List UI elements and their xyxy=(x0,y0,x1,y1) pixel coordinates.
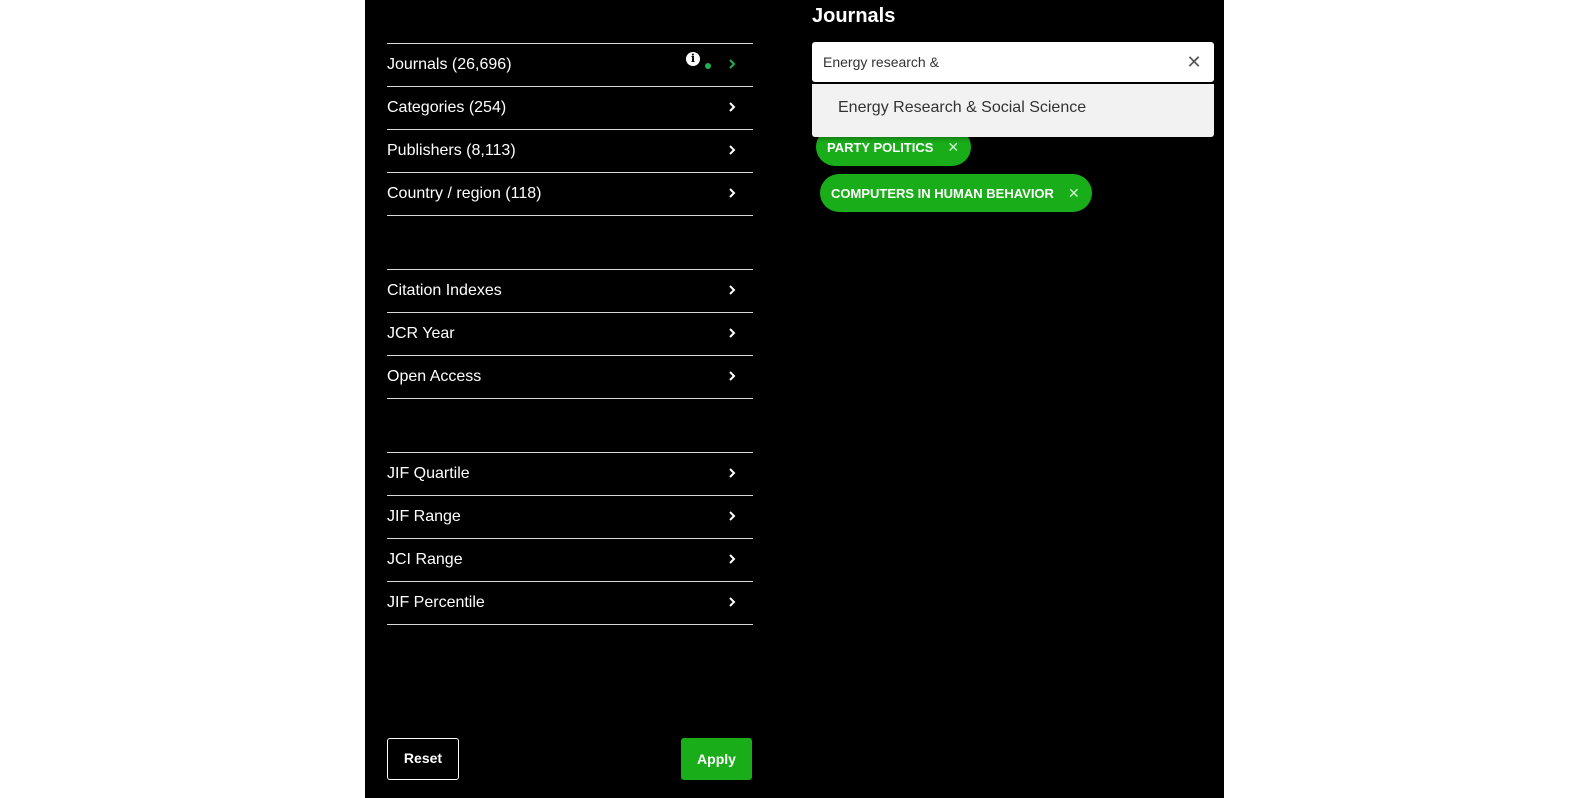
filter-item-jif-range[interactable]: JIF Range xyxy=(387,496,753,539)
filter-item-open-access[interactable]: Open Access xyxy=(387,356,753,399)
filter-group-indexes: Citation Indexes JCR Year Open Access xyxy=(387,269,753,399)
filter-item-label: Open Access xyxy=(387,368,482,385)
chevron-right-icon xyxy=(725,466,739,480)
chevron-right-icon xyxy=(725,100,739,114)
chevron-right-icon xyxy=(725,326,739,340)
reset-button[interactable]: Reset xyxy=(387,738,459,780)
filter-item-country-region[interactable]: Country / region (118) xyxy=(387,173,753,216)
filter-item-journals[interactable]: Journals (26,696) i xyxy=(387,44,753,87)
filter-item-jci-range[interactable]: JCI Range xyxy=(387,539,753,582)
filter-group-sources: Journals (26,696) i Categories (254) Pub… xyxy=(387,43,753,216)
journal-search-input[interactable] xyxy=(823,50,1163,74)
filter-item-label: Journals (26,696) xyxy=(387,56,512,73)
filter-group-metrics: JIF Quartile JIF Range JCI Range JIF Per… xyxy=(387,452,753,625)
chevron-right-icon xyxy=(725,552,739,566)
chevron-right-icon xyxy=(725,509,739,523)
autocomplete-dropdown: Energy Research & Social Science xyxy=(812,84,1214,137)
filter-item-jif-quartile[interactable]: JIF Quartile xyxy=(387,453,753,496)
filter-item-label: Publishers (8,113) xyxy=(387,142,516,159)
filter-item-jif-percentile[interactable]: JIF Percentile xyxy=(387,582,753,625)
filter-item-categories[interactable]: Categories (254) xyxy=(387,87,753,130)
filter-item-label: JCI Range xyxy=(387,551,463,568)
filter-item-citation-indexes[interactable]: Citation Indexes xyxy=(387,270,753,313)
close-icon[interactable]: ✕ xyxy=(1186,52,1202,72)
info-icon[interactable]: i xyxy=(686,52,700,66)
close-icon[interactable]: ✕ xyxy=(1068,174,1080,212)
filter-item-jcr-year[interactable]: JCR Year xyxy=(387,313,753,356)
suggestion-item[interactable]: Energy Research & Social Science xyxy=(838,99,1086,117)
filter-item-label: Categories (254) xyxy=(387,99,507,116)
chip-label: COMPUTERS IN HUMAN BEHAVIOR xyxy=(831,186,1054,201)
filter-item-label: JIF Percentile xyxy=(387,594,485,611)
active-indicator-dot xyxy=(705,63,711,69)
filter-item-label: Country / region (118) xyxy=(387,185,542,202)
selected-journal-chip: COMPUTERS IN HUMAN BEHAVIOR ✕ xyxy=(820,174,1092,212)
chevron-right-icon xyxy=(725,595,739,609)
chevron-right-icon xyxy=(725,369,739,383)
chevron-right-icon xyxy=(725,143,739,157)
chevron-right-icon xyxy=(725,57,739,71)
chevron-right-icon xyxy=(725,283,739,297)
apply-button[interactable]: Apply xyxy=(681,738,752,780)
filter-item-label: Citation Indexes xyxy=(387,282,502,299)
filter-item-label: JIF Quartile xyxy=(387,465,470,482)
chevron-right-icon xyxy=(725,186,739,200)
filter-item-label: JIF Range xyxy=(387,508,461,525)
filter-item-label: JCR Year xyxy=(387,325,455,342)
journal-search-box: ✕ xyxy=(812,42,1214,82)
page-title: Journals xyxy=(812,5,896,27)
filter-item-publishers[interactable]: Publishers (8,113) xyxy=(387,130,753,173)
